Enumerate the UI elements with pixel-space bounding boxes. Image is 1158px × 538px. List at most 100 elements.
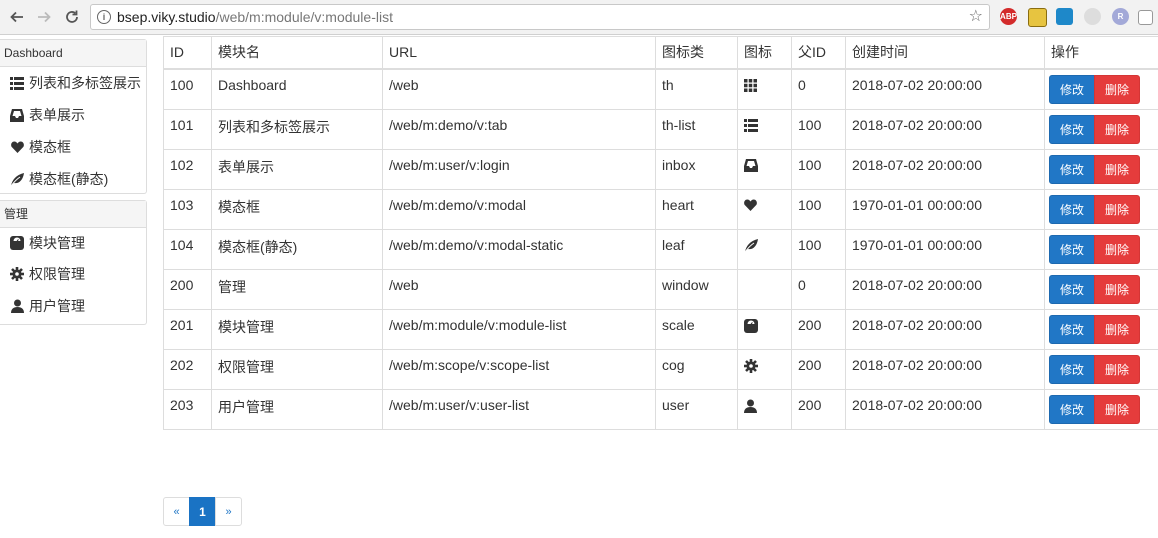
- cell-icon-class: user: [655, 388, 738, 430]
- gray-extension-icon[interactable]: [1084, 8, 1101, 25]
- cell-parent-id: 200: [791, 348, 846, 390]
- cell-icon-class: th-list: [655, 108, 738, 150]
- address-bar[interactable]: i bsep.viky.studio/web/m:module/v:module…: [90, 4, 990, 30]
- cell-url: /web/m:user/v:user-list: [382, 388, 656, 430]
- column-header-name[interactable]: 模块名: [211, 36, 383, 70]
- cell-parent-id: 100: [791, 188, 846, 230]
- delete-button[interactable]: 删除: [1094, 114, 1141, 144]
- edit-button[interactable]: 修改: [1049, 354, 1096, 384]
- s-extension-icon[interactable]: [1056, 8, 1073, 25]
- module-table: ID 模块名 URL 图标类 图标 父ID 创建时间 操作 100 Dashbo…: [163, 36, 1158, 430]
- delete-button[interactable]: 删除: [1094, 354, 1141, 384]
- info-icon[interactable]: i: [97, 10, 111, 24]
- cell-id: 104: [163, 228, 212, 270]
- url-path: /web/m:module/v:module-list: [215, 9, 393, 25]
- delete-button[interactable]: 删除: [1094, 234, 1141, 264]
- scale-icon: [744, 318, 791, 333]
- cell-actions: 修改 删除: [1044, 108, 1158, 150]
- sidebar-item-label: 模块管理: [29, 235, 85, 251]
- th-list-icon: [10, 76, 24, 90]
- delete-button[interactable]: 删除: [1094, 75, 1141, 104]
- cell-icon: [737, 108, 792, 150]
- sidebar-item-modules[interactable]: 模块管理: [0, 228, 146, 258]
- sidebar-item-modal[interactable]: 模态框: [0, 131, 146, 163]
- back-button[interactable]: [6, 6, 28, 28]
- sidebar-item-form[interactable]: 表单展示: [0, 99, 146, 131]
- cell-name: 模态框(静态): [211, 228, 383, 270]
- sidebar-item-label: 权限管理: [29, 266, 85, 282]
- sidebar-item-label: 用户管理: [29, 298, 85, 314]
- column-header-created[interactable]: 创建时间: [845, 36, 1045, 70]
- sidebar-item-label: 模态框(静态): [29, 171, 109, 187]
- delete-button[interactable]: 删除: [1094, 194, 1141, 224]
- sidebar-item-label: 模态框: [29, 139, 71, 155]
- cell-actions: 修改 删除: [1044, 228, 1158, 270]
- delete-button[interactable]: 删除: [1094, 394, 1141, 424]
- cell-icon-class: cog: [655, 348, 738, 390]
- sidebar-item-scopes[interactable]: 权限管理: [0, 258, 146, 290]
- edit-button[interactable]: 修改: [1049, 154, 1096, 184]
- cell-actions: 修改 删除: [1044, 348, 1158, 390]
- delete-button[interactable]: 删除: [1094, 154, 1141, 184]
- delete-button[interactable]: 删除: [1094, 314, 1141, 344]
- delete-button[interactable]: 删除: [1094, 274, 1141, 304]
- edit-button[interactable]: 修改: [1049, 274, 1096, 304]
- scale-icon: [10, 236, 24, 250]
- column-header-id[interactable]: ID: [163, 36, 212, 70]
- cell-icon: [737, 148, 792, 190]
- pagination-prev[interactable]: «: [163, 497, 190, 526]
- cell-url: /web: [382, 268, 656, 310]
- cell-name: 权限管理: [211, 348, 383, 390]
- table-row: 203 用户管理 /web/m:user/v:user-list user 20…: [163, 388, 1158, 430]
- table-row: 103 模态框 /web/m:demo/v:modal heart 100 19…: [163, 188, 1158, 230]
- edit-button[interactable]: 修改: [1049, 114, 1096, 144]
- cell-parent-id: 0: [791, 268, 846, 310]
- table-row: 202 权限管理 /web/m:scope/v:scope-list cog 2…: [163, 348, 1158, 390]
- forward-button[interactable]: [33, 6, 55, 28]
- cell-icon-class: inbox: [655, 148, 738, 190]
- cell-icon: [737, 68, 792, 110]
- cell-parent-id: 200: [791, 388, 846, 430]
- reload-button[interactable]: [61, 6, 83, 28]
- edit-button[interactable]: 修改: [1049, 394, 1096, 424]
- module-table-body: 100 Dashboard /web th 0 2018-07-02 20:00…: [163, 68, 1158, 430]
- cell-id: 200: [163, 268, 212, 310]
- user-icon: [744, 399, 791, 413]
- bookmark-star-icon[interactable]: ☆: [969, 5, 983, 29]
- pagination-next[interactable]: »: [215, 497, 242, 526]
- cell-parent-id: 100: [791, 228, 846, 270]
- inbox-icon: [10, 108, 24, 122]
- cell-id: 202: [163, 348, 212, 390]
- url-host: bsep.viky.studio: [117, 9, 216, 25]
- edit-button[interactable]: 修改: [1049, 194, 1096, 224]
- column-header-parent-id[interactable]: 父ID: [791, 36, 846, 70]
- sidebar-item-modal-static[interactable]: 模态框(静态): [0, 163, 146, 195]
- r-extension-icon[interactable]: R: [1112, 8, 1129, 25]
- cell-icon-class: scale: [655, 308, 738, 350]
- cell-icon: [737, 228, 792, 270]
- cell-name: 用户管理: [211, 388, 383, 430]
- cell-icon: [737, 348, 792, 390]
- qr-code-icon[interactable]: [1138, 10, 1153, 25]
- column-header-url[interactable]: URL: [382, 36, 656, 70]
- column-header-icon[interactable]: 图标: [737, 36, 792, 70]
- cell-url: /web/m:demo/v:tab: [382, 108, 656, 150]
- edit-button[interactable]: 修改: [1049, 75, 1096, 104]
- adblock-extension-icon[interactable]: ABP: [1000, 8, 1017, 25]
- notes-extension-icon[interactable]: [1028, 8, 1047, 27]
- column-header-icon-class[interactable]: 图标类: [655, 36, 738, 70]
- cell-parent-id: 200: [791, 308, 846, 350]
- leaf-icon: [744, 238, 791, 252]
- edit-button[interactable]: 修改: [1049, 234, 1096, 264]
- edit-button[interactable]: 修改: [1049, 314, 1096, 344]
- cell-parent-id: 100: [791, 108, 846, 150]
- cell-icon: [737, 188, 792, 230]
- sidebar-item-list-tabs[interactable]: 列表和多标签展示: [0, 67, 146, 99]
- sidebar-item-users[interactable]: 用户管理: [0, 290, 146, 322]
- pagination: « 1 »: [163, 497, 242, 526]
- cell-created: 2018-07-02 20:00:00: [845, 68, 1045, 110]
- cog-icon: [744, 358, 791, 373]
- cell-icon-class: leaf: [655, 228, 738, 270]
- inbox-icon: [744, 158, 791, 172]
- pagination-page-1[interactable]: 1: [189, 497, 216, 526]
